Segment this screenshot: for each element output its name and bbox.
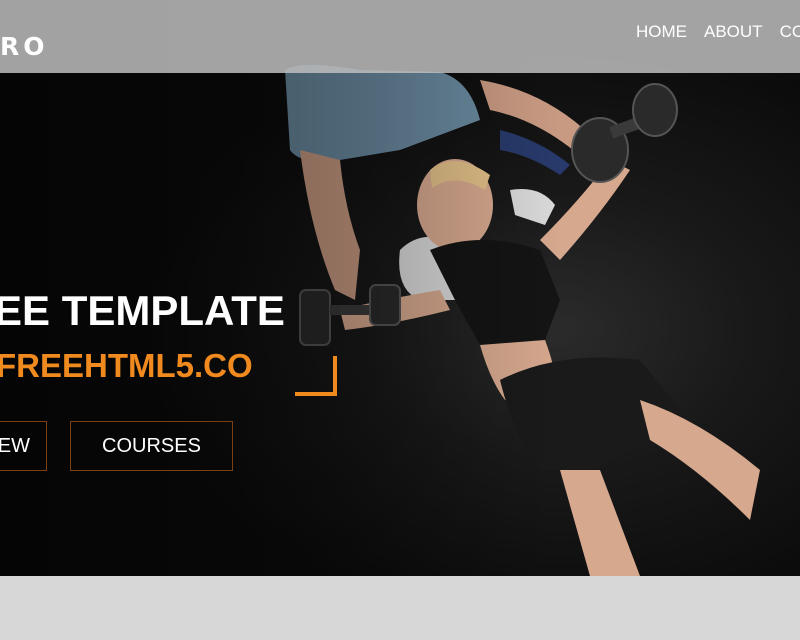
site-header: RO HOME ABOUT CO (0, 0, 800, 73)
accent-corner-decoration (295, 356, 337, 396)
hero-section: EE TEMPLATE FREEHTML5.CO EW COURSES (0, 0, 800, 576)
courses-button[interactable]: COURSES (70, 421, 233, 471)
nav-item-about[interactable]: ABOUT (704, 22, 763, 42)
hero-headline: EE TEMPLATE (0, 287, 285, 334)
site-logo[interactable]: RO (0, 32, 49, 62)
view-button[interactable]: EW (0, 421, 47, 471)
hero-subline: FREEHTML5.CO (0, 347, 253, 384)
nav-item-home[interactable]: HOME (636, 22, 687, 42)
main-nav: HOME ABOUT CO (636, 22, 800, 42)
nav-item-contact[interactable]: CO (780, 22, 800, 42)
